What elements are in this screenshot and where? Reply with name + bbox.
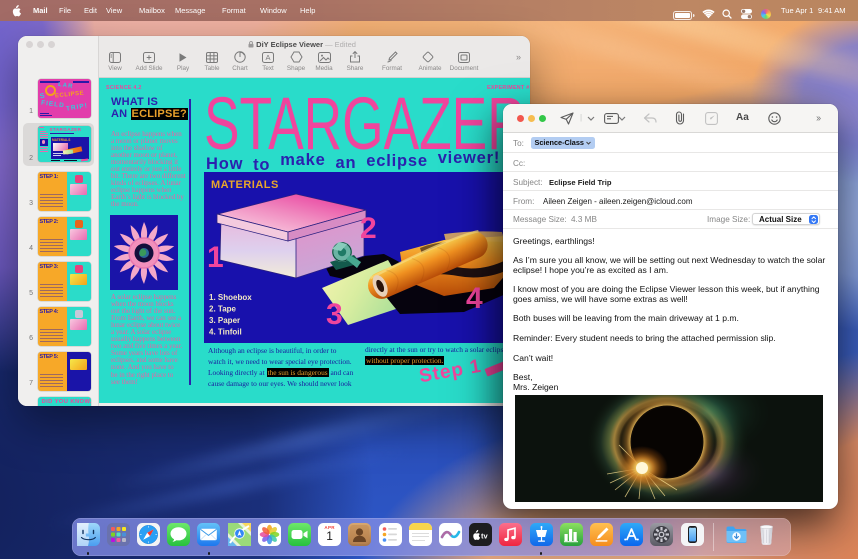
svg-text:2: 2 bbox=[360, 212, 377, 245]
svg-text:4. Tinfoil: 4. Tinfoil bbox=[209, 328, 242, 337]
svg-text:1. Shoebox: 1. Shoebox bbox=[209, 293, 252, 302]
svg-text:A: A bbox=[265, 53, 270, 62]
svg-text:tv: tv bbox=[481, 532, 488, 541]
svg-text:4: 4 bbox=[466, 282, 483, 315]
svg-text:2. Tape: 2. Tape bbox=[209, 305, 237, 314]
svg-text:MATERIALS: MATERIALS bbox=[211, 179, 279, 191]
svg-text:3. Paper: 3. Paper bbox=[209, 316, 240, 325]
svg-text:3: 3 bbox=[326, 298, 343, 331]
svg-text:1: 1 bbox=[207, 241, 224, 274]
